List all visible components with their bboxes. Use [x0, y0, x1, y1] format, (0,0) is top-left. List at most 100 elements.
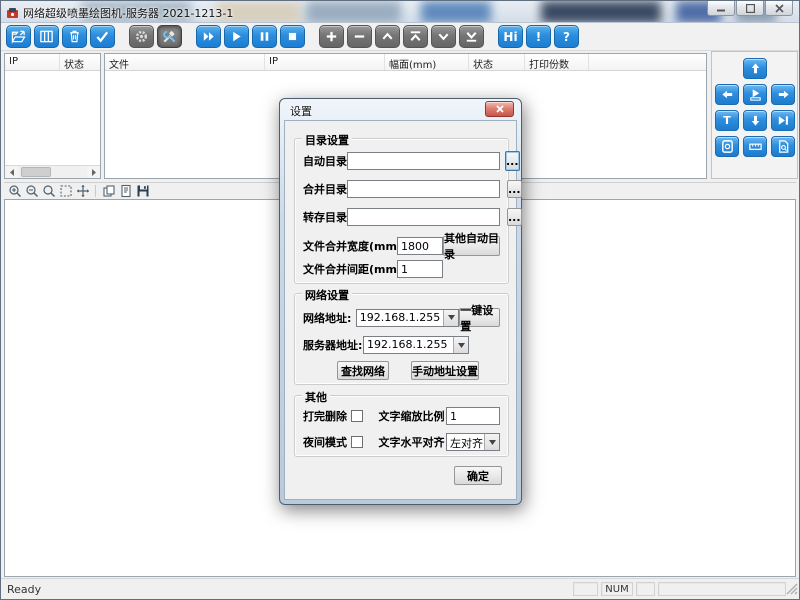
select-region-icon[interactable] [57, 183, 74, 198]
column-header-ip[interactable]: IP [265, 54, 385, 70]
document-preview-button[interactable] [771, 136, 795, 157]
client-list-panel: IP 状态 [4, 53, 101, 179]
transfer-dir-browse-button[interactable]: ... [507, 208, 522, 226]
zoom-out-icon[interactable] [23, 183, 40, 198]
server-address-value: 192.168.1.255 [364, 337, 453, 353]
minimize-button[interactable] [707, 1, 735, 16]
server-address-label: 服务器地址: [303, 337, 363, 353]
delete-after-print-label: 打完删除 [303, 408, 351, 424]
auto-dir-browse-button[interactable]: ... [505, 151, 520, 171]
settings-gear-button[interactable] [129, 25, 154, 48]
resize-grip[interactable] [786, 583, 798, 598]
dialog-title: 设置 [290, 103, 312, 119]
glass-blur-decoration [421, 1, 491, 23]
glass-blur-decoration [306, 1, 401, 23]
other-auto-dir-button[interactable]: 其他自动目录 [443, 236, 500, 256]
glass-blur-decoration [541, 1, 661, 23]
copy-pages-icon[interactable] [100, 183, 117, 198]
print-preview-icon[interactable] [117, 183, 134, 198]
close-button[interactable] [765, 1, 793, 16]
column-header-ip[interactable]: IP [5, 54, 60, 70]
zoom-in-icon[interactable] [6, 183, 23, 198]
column-header-status[interactable]: 状态 [469, 54, 525, 70]
maximize-button[interactable] [736, 1, 764, 16]
network-address-value: 192.168.1.255 [357, 310, 443, 326]
move-up-button[interactable] [375, 25, 400, 48]
server-address-combobox[interactable]: 192.168.1.255 [363, 336, 469, 354]
open-file-button[interactable] [6, 25, 31, 48]
start-button[interactable] [224, 25, 249, 48]
delete-after-print-checkbox[interactable] [351, 410, 363, 422]
text-align-value: 左对齐 [447, 434, 484, 450]
save-icon[interactable] [134, 183, 151, 198]
add-button[interactable] [319, 25, 344, 48]
text-align-combobox[interactable]: 左对齐 [446, 433, 500, 451]
merge-width-input[interactable] [397, 237, 443, 255]
text-tool-button[interactable]: T [715, 110, 739, 131]
preview-measure-button[interactable] [743, 84, 767, 105]
group-legend: 其他 [302, 389, 330, 405]
move-to-bottom-button[interactable] [459, 25, 484, 48]
chevron-down-icon[interactable] [484, 434, 499, 450]
find-network-button[interactable]: 查找网络 [337, 361, 389, 380]
move-to-end-button[interactable] [771, 110, 795, 131]
group-legend: 目录设置 [302, 132, 352, 148]
night-mode-checkbox[interactable] [351, 436, 363, 448]
pause-button[interactable] [252, 25, 277, 48]
pan-move-icon[interactable] [74, 183, 91, 198]
status-pane [658, 582, 786, 596]
dialog-close-button[interactable] [485, 101, 514, 117]
client-list-body [5, 71, 100, 151]
merge-width-label: 文件合并宽度(mm) [303, 238, 397, 254]
transfer-dir-input[interactable] [347, 208, 500, 226]
ruler-button[interactable] [743, 136, 767, 157]
alert-button[interactable]: ! [526, 25, 551, 48]
delete-button[interactable] [62, 25, 87, 48]
chevron-down-icon[interactable] [453, 337, 468, 353]
help-button[interactable]: ? [554, 25, 579, 48]
confirm-check-button[interactable] [90, 25, 115, 48]
stop-button[interactable] [280, 25, 305, 48]
column-header-status[interactable]: 状态 [60, 54, 100, 70]
column-header-copies[interactable]: 打印份数 [525, 54, 589, 70]
window-title: 网络超级喷墨绘图机-服务器 2021-1213-1 [23, 5, 233, 21]
scroll-thumb[interactable] [21, 167, 51, 177]
frame-target-button[interactable] [715, 136, 739, 157]
dialog-body: 目录设置 自动目录 ... 合并目录 ... 转存目录 ... 文件 [284, 120, 517, 500]
move-left-arrow-button[interactable] [715, 84, 739, 105]
scroll-right-icon[interactable] [87, 166, 100, 178]
move-up-arrow-button[interactable] [743, 58, 767, 79]
job-list-header: 文件 IP 幅面(mm) 状态 打印份数 [105, 54, 706, 71]
column-header-file[interactable]: 文件 [105, 54, 265, 70]
merge-dir-input[interactable] [347, 180, 500, 198]
tools-settings-button[interactable] [157, 25, 182, 48]
app-icon [6, 5, 19, 23]
chevron-down-icon[interactable] [443, 310, 458, 326]
other-settings-group: 其他 打完删除 文字缩放比例 夜间模式 文字水平对齐 左对齐 [294, 395, 509, 457]
toolbar-separator [95, 185, 96, 197]
move-down-arrow-button[interactable] [743, 110, 767, 131]
client-list-hscrollbar[interactable] [5, 165, 100, 178]
move-right-arrow-button[interactable] [771, 84, 795, 105]
manual-address-button[interactable]: 手动地址设置 [411, 361, 479, 380]
network-address-label: 网络地址: [303, 310, 356, 326]
transfer-dir-label: 转存目录 [303, 209, 347, 225]
move-to-top-button[interactable] [403, 25, 428, 48]
hi-button[interactable]: Hi [498, 25, 523, 48]
scroll-left-icon[interactable] [5, 166, 18, 178]
auto-dir-input[interactable] [347, 152, 500, 170]
ok-button[interactable]: 确定 [454, 466, 502, 485]
text-scale-input[interactable] [446, 407, 500, 425]
remove-button[interactable] [347, 25, 372, 48]
merge-gap-label: 文件合并间距(mm) [303, 261, 397, 277]
network-address-combobox[interactable]: 192.168.1.255 [356, 309, 459, 327]
move-down-button[interactable] [431, 25, 456, 48]
text-align-label: 文字水平对齐 [379, 434, 446, 450]
fast-forward-button[interactable] [196, 25, 221, 48]
column-header-width[interactable]: 幅面(mm) [385, 54, 469, 70]
one-key-setup-button[interactable]: 一键设置 [459, 308, 500, 327]
merge-dir-browse-button[interactable]: ... [507, 180, 522, 198]
columns-view-button[interactable] [34, 25, 59, 48]
zoom-reset-icon[interactable] [40, 183, 57, 198]
merge-gap-input[interactable] [397, 260, 443, 278]
